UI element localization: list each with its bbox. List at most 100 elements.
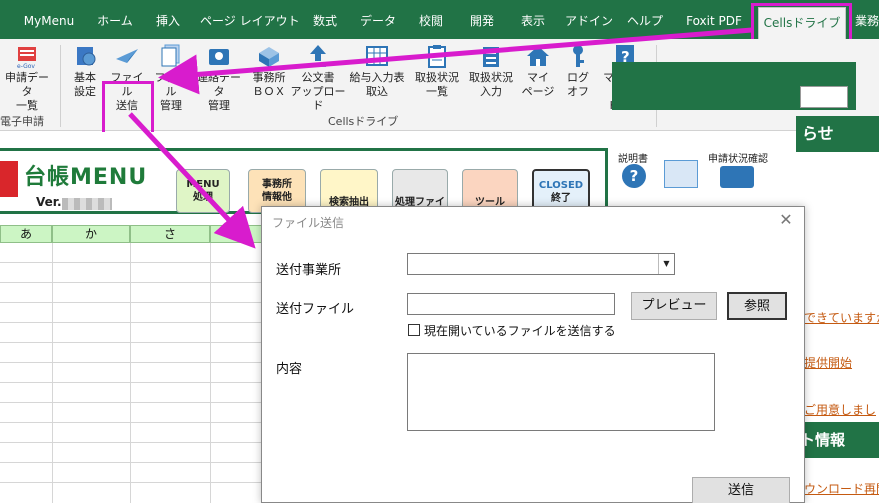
download-link[interactable]: ウンロード再開 [804, 480, 879, 497]
ribbon-tab-bar: MyMenu ホーム 挿入 ページ レイアウト 数式 データ 校閲 開発 表示 … [0, 0, 879, 42]
laptop-icon[interactable] [720, 166, 754, 188]
ribbon-official-doc-upload-button[interactable]: 公文書 アップロード [290, 43, 346, 113]
tab-developer[interactable]: 開発 [461, 0, 503, 42]
egov-icon: e-Gov [15, 43, 39, 70]
grid-row-line [0, 442, 262, 443]
closed-sign-label: CLOSED [538, 180, 584, 191]
ledger-menu-title: 台帳MENU [24, 165, 148, 190]
cells-drive-tab-highlight [751, 3, 852, 43]
notice-link-3[interactable]: ご用意しまし [804, 401, 876, 418]
notice-link-2[interactable]: 提供開始 [804, 354, 852, 371]
grid-row-line [0, 482, 262, 483]
file-label: 送付ファイル [276, 302, 355, 317]
close-icon[interactable]: ✕ [776, 210, 796, 229]
ribbon-status-input-button[interactable]: 取扱状況 入力 [464, 43, 518, 99]
column-header-ka[interactable]: か [52, 225, 130, 243]
ribbon-basic-settings-button[interactable]: 基本 設定 [66, 43, 104, 99]
grid-row-line [0, 422, 262, 423]
column-header-ta[interactable]: た [210, 225, 262, 243]
ribbon-basic-settings-label1: 基本 [74, 71, 96, 84]
spreadsheet-icon [365, 43, 389, 69]
grid-row-line [0, 462, 262, 463]
right-banner-input[interactable] [800, 86, 848, 108]
home-icon [526, 43, 550, 69]
send-open-file-checkbox[interactable] [408, 324, 420, 336]
ribbon-file-manage-label2: 管理 [160, 99, 182, 112]
grid-row-line [0, 342, 262, 343]
tab-mymenu[interactable]: MyMenu [14, 0, 84, 42]
browse-button[interactable]: 参照 [727, 292, 787, 320]
tab-business[interactable]: 業務 [852, 0, 879, 42]
content-label: 内容 [276, 362, 303, 377]
tab-page-layout[interactable]: ページ レイアウト [200, 0, 300, 42]
menu-process-label2: 処理 [193, 192, 213, 203]
grid-row-line [0, 282, 262, 283]
tab-help[interactable]: ヘルプ [622, 0, 668, 42]
file-path-input[interactable] [407, 293, 615, 315]
ribbon-status-list-label2: 一覧 [426, 85, 448, 98]
grid-row-line [0, 262, 262, 263]
grid-row-line [0, 302, 262, 303]
notice-heading: らせ [796, 116, 879, 152]
file-send-dialog: ファイル送信 ✕ 送付事業所 ▼ 送付ファイル プレビュー 参照 現在開いている… [261, 206, 805, 503]
office-label: 送付事業所 [276, 263, 342, 278]
tab-review[interactable]: 校閲 [410, 0, 452, 42]
tab-view[interactable]: 表示 [512, 0, 554, 42]
ribbon-basic-settings-label2: 設定 [74, 85, 96, 98]
ribbon-apply-data-list-button[interactable]: e-Gov 申請データ 一覧 [0, 43, 54, 113]
tab-foxit-pdf[interactable]: Foxit PDF [678, 0, 750, 42]
tab-formulas[interactable]: 数式 [303, 0, 347, 42]
ribbon-office-box-button[interactable]: 事務所 ＢＯＸ [247, 43, 291, 99]
grid-row-line [0, 382, 262, 383]
ribbon-logoff-button[interactable]: ログ オフ [560, 43, 596, 99]
clipboard-icon [425, 43, 449, 69]
ribbon-payroll-import-label2: 取込 [366, 85, 388, 98]
ribbon-office-box-label2: ＢＯＸ [252, 85, 286, 98]
tab-data[interactable]: データ [355, 0, 401, 42]
ribbon-apply-data-label1: 申請データ [5, 71, 49, 98]
ribbon-group-label-egov: 電子申請 [0, 115, 44, 128]
ribbon-payroll-import-button[interactable]: 給与入力表 取込 [346, 43, 408, 99]
preview-button[interactable]: プレビュー [631, 292, 717, 320]
ledger-logo-red-block [0, 161, 18, 197]
menu-process-button[interactable]: MENU 処理 [176, 169, 230, 213]
ribbon-file-manage-button[interactable]: ファイル 管理 [150, 43, 192, 113]
send-button[interactable]: 送信 [692, 477, 790, 503]
ribbon-official-doc-label1: 公文書 [301, 71, 335, 84]
ribbon-logoff-label2: オフ [567, 85, 589, 98]
paper-plane-icon [115, 43, 139, 69]
ledger-version-label: Ver. [36, 195, 62, 209]
ribbon-payroll-import-label1: 給与入力表 [349, 71, 405, 84]
chevron-down-icon[interactable]: ▼ [658, 254, 674, 274]
close-ledger-label: 終了 [551, 193, 571, 204]
ribbon-file-manage-label1: ファイル [154, 71, 188, 98]
send-open-file-label: 現在開いているファイルを送信する [424, 324, 616, 338]
svg-text:e-Gov: e-Gov [17, 63, 35, 69]
info-heading: ト情報 [796, 422, 879, 458]
ribbon-apply-data-label2: 一覧 [16, 99, 38, 112]
box-icon [257, 43, 281, 69]
notice-link-1[interactable]: できていますか [804, 309, 879, 326]
manual-help-icon[interactable]: ? [622, 164, 646, 188]
tab-insert[interactable]: 挿入 [146, 0, 190, 42]
column-header-sa[interactable]: さ [130, 225, 210, 243]
tab-addins[interactable]: アドイン [563, 0, 615, 42]
ribbon-office-box-label1: 事務所 [252, 71, 286, 84]
office-select[interactable]: ▼ [407, 253, 675, 275]
ribbon-status-list-button[interactable]: 取扱状況 一覧 [410, 43, 464, 99]
ledger-menu-frame: 台帳MENU Ver. MENU 処理 事務所 情報他 検索抽出 処理ファイル … [0, 148, 608, 221]
ribbon-contact-data-label2: 管理 [208, 99, 230, 112]
ribbon-official-doc-label2: アップロード [290, 85, 346, 112]
office-info-label1: 事務所 [262, 179, 292, 190]
application-status-label: 申請状況確認 [708, 154, 768, 165]
tab-home[interactable]: ホーム [90, 0, 140, 42]
ribbon-status-input-label2: 入力 [480, 85, 502, 98]
clipboard-edit-icon [479, 43, 503, 69]
column-header-a[interactable]: あ [0, 225, 52, 243]
ribbon-my-page-button[interactable]: マイ ページ [518, 43, 558, 99]
key-icon [566, 43, 590, 69]
calendar-icon[interactable] [664, 160, 698, 188]
ribbon-contact-data-button[interactable]: 連絡データ 管理 [192, 43, 246, 113]
grid-row-line [0, 322, 262, 323]
content-textarea[interactable] [407, 353, 715, 431]
